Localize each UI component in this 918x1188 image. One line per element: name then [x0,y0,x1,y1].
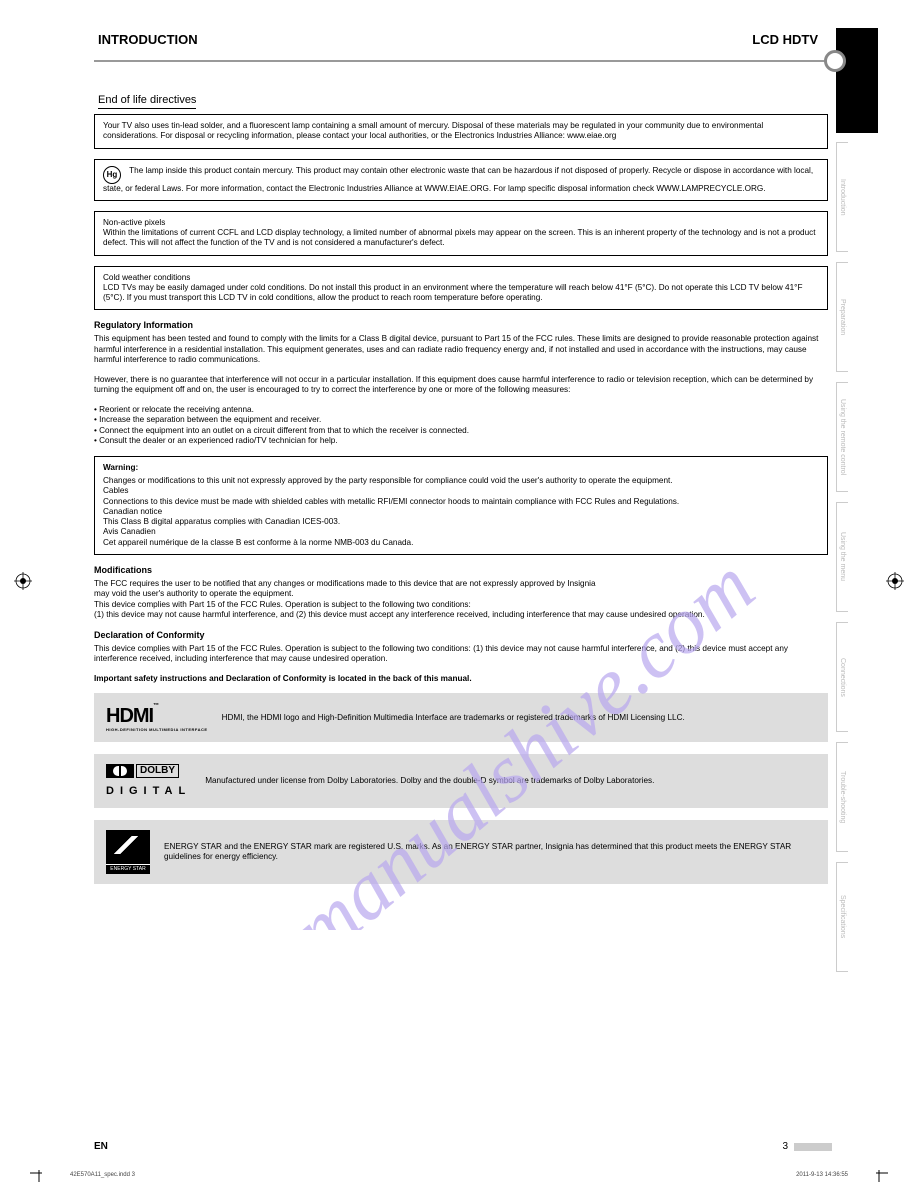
logo-caption: HDMI, the HDMI logo and High-Definition … [222,713,816,724]
paragraph: • Reorient or relocate the receiving ant… [94,405,828,447]
notice-box: Non-active pixels Within the limitations… [94,211,828,256]
side-tabs: Introduction Preparation Using the remot… [836,142,878,982]
side-tab: Introduction [836,142,848,252]
notice-box: Cold weather conditions LCD TVs may be e… [94,266,828,311]
page-number: 3 [782,1141,788,1152]
footer-bar-icon [794,1143,832,1151]
side-tab: Specifications [836,862,848,972]
page-title: LCD HDTV [752,32,818,47]
footer-lang: EN [94,1141,108,1152]
side-tab: Using the menu [836,502,848,612]
header-circle-icon [824,50,846,72]
registration-mark-icon [886,572,904,590]
footline-file: 42E570A11_spec.indd 3 [70,1172,135,1178]
mercury-hg-icon: Hg [103,166,121,184]
energystar-logo-icon: ENERGY STAR [106,830,150,874]
print-footline: 42E570A11_spec.indd 3 2011-9-13 14:36:55 [0,1172,918,1178]
active-side-tab [836,28,878,133]
subsection-heading: End of life directives [98,94,196,109]
hdmi-logo-icon: HDMI™ HIGH-DEFINITION MULTIMEDIA INTERFA… [106,703,208,732]
header-rule [94,60,832,62]
notice-box: Your TV also uses tin-lead solder, and a… [94,114,828,149]
footline-date: 2011-9-13 14:36:55 [796,1172,848,1178]
logo-caption: Manufactured under license from Dolby La… [205,776,816,787]
side-tab: Trouble-shooting [836,742,848,852]
notice-box: Hg The lamp inside this product contain … [94,159,828,201]
registration-mark-icon [14,572,32,590]
heading: Modifications [94,565,828,575]
dolby-logo-icon: DOLBY DIGITAL [106,764,191,798]
logo-caption: ENERGY STAR and the ENERGY STAR mark are… [164,842,816,863]
paragraph: The FCC requires the user to be notified… [94,579,828,621]
heading: Regulatory Information [94,320,828,330]
page-footer: EN 3 [94,1141,832,1152]
warning-box: Warning: Changes or modifications to thi… [94,456,828,555]
energystar-logo-box: ENERGY STAR ENERGY STAR and the ENERGY S… [94,820,828,884]
paragraph: This device complies with Part 15 of the… [94,644,828,665]
dolby-logo-box: DOLBY DIGITAL Manufactured under license… [94,754,828,808]
paragraph: This equipment has been tested and found… [94,334,828,366]
warning-heading: Warning: [103,463,819,473]
side-tab: Connections [836,622,848,732]
warning-text: Changes or modifications to this unit no… [103,476,819,548]
paragraph: Important safety instructions and Declar… [94,674,828,685]
hdmi-logo-box: HDMI™ HIGH-DEFINITION MULTIMEDIA INTERFA… [94,693,828,742]
side-tab: Preparation [836,262,848,372]
crop-mark-icon [870,1164,888,1182]
paragraph: However, there is no guarantee that inte… [94,375,828,396]
side-tab: Using the remote control [836,382,848,492]
notice-text: The lamp inside this product contain mer… [103,166,813,193]
heading: Declaration of Conformity [94,630,828,640]
section-heading: INTRODUCTION [98,32,198,47]
crop-mark-icon [30,1164,48,1182]
